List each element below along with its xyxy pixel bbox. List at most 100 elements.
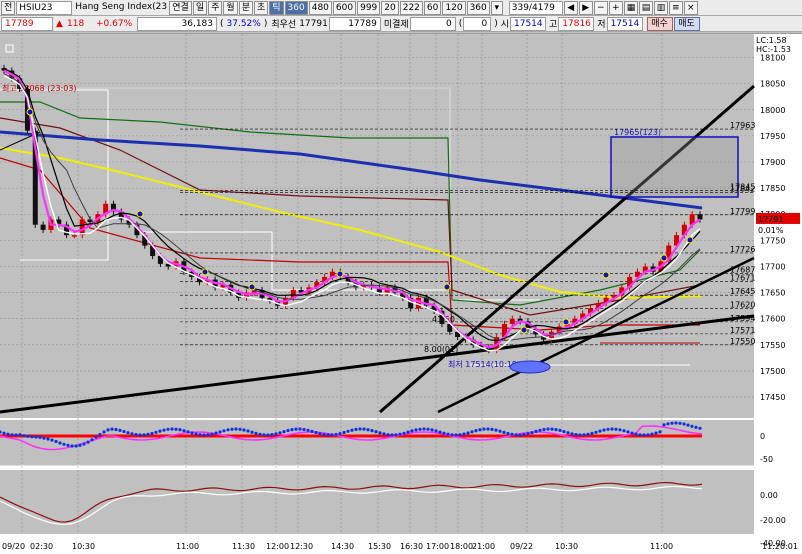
oscillator-dot — [250, 430, 254, 434]
oscillator-dot — [486, 427, 490, 431]
oscillator-dot — [678, 421, 682, 425]
oscillator-dot — [118, 428, 122, 432]
period-button-5[interactable]: 초 — [253, 0, 269, 15]
oscillator-dot — [570, 432, 574, 436]
volume-ratio-open: ( — [220, 18, 224, 29]
oscillator-dot — [122, 429, 126, 434]
oscillator-dot — [366, 428, 370, 432]
x-tick-label: 02:30 — [30, 542, 53, 551]
oscillator-dot — [594, 430, 598, 434]
low-annotation: 최저 17514(10:18) — [448, 359, 520, 369]
oscillator-dot — [202, 433, 206, 437]
x-tick-label: 15:30 — [368, 542, 391, 551]
oscillator-dot — [478, 428, 482, 432]
tick-option-1[interactable]: 600 — [332, 0, 357, 15]
period-button-4[interactable]: 분 — [238, 0, 253, 15]
fib-b-label: 8.00(01) — [424, 345, 458, 354]
settings-icon[interactable]: ▦ — [623, 0, 638, 15]
period-button-6[interactable]: 틱 — [269, 0, 284, 15]
pending-label: 미결제 — [383, 20, 409, 30]
y-tick-label: 18050 — [760, 80, 785, 89]
oscillator-dot — [170, 427, 174, 431]
oscillator-dot — [186, 430, 190, 434]
y-tick-label: 17550 — [760, 341, 785, 350]
period-button-3[interactable]: 월 — [223, 0, 238, 15]
oscillator-dot — [650, 432, 654, 436]
up-arrow-icon: ▲ — [56, 18, 63, 29]
oscillator-dot — [510, 432, 514, 436]
current-price-value: 17791 — [758, 215, 783, 224]
oscillator-dot — [230, 427, 234, 431]
oscillator-dot — [426, 427, 430, 431]
tick-option-3[interactable]: 20 — [381, 0, 399, 15]
pending-value: 17789 — [328, 16, 381, 31]
oscillator-dot — [198, 433, 202, 437]
oscillator-dot — [338, 432, 342, 436]
buy-button[interactable]: 매수 — [646, 16, 673, 31]
oscillator-dot — [390, 433, 394, 437]
period-button-0[interactable]: 연결 — [169, 0, 192, 15]
oscillator-dot — [90, 438, 94, 442]
close-icon[interactable]: × — [683, 0, 698, 15]
tick-option-7[interactable]: 360 — [466, 0, 490, 15]
period-button-2[interactable]: 주 — [208, 0, 223, 15]
tick-option-6[interactable]: 120 — [442, 0, 466, 15]
tick-option-2[interactable]: 999 — [357, 0, 381, 15]
y-tick-label: 17600 — [760, 315, 785, 324]
oscillator-dot — [270, 433, 274, 437]
macd-tick-1: -20.00 — [760, 516, 786, 525]
osc-tick-0: 0 — [760, 432, 765, 441]
signal-marker — [602, 271, 610, 279]
x-tick-label: 14:30 — [331, 542, 354, 551]
list-icon[interactable]: ≡ — [668, 0, 683, 15]
oscillator-dot — [14, 433, 18, 437]
low-value: 17514 — [606, 16, 643, 31]
signal-marker — [443, 283, 451, 291]
oscillator-dot — [350, 428, 354, 432]
zoom-in-icon[interactable]: + — [608, 0, 623, 15]
oscillator-dot — [82, 442, 86, 446]
oscillator-dot — [578, 433, 582, 437]
low-ellipse-marker — [509, 360, 551, 374]
symbol-input[interactable]: HSIU23 — [16, 0, 73, 15]
open-value: 17514 — [510, 16, 546, 31]
signal-marker — [201, 268, 209, 276]
nav-right-icon[interactable]: ▶ — [578, 0, 593, 15]
oscillator-dot — [62, 442, 66, 446]
oscillator-dot — [102, 430, 106, 434]
tick-option-4[interactable]: 222 — [399, 0, 423, 15]
oscillator-dot — [242, 428, 246, 432]
grid-icon[interactable]: ▤ — [638, 0, 653, 15]
oscillator-dot — [98, 432, 102, 437]
oscillator-dot — [542, 427, 546, 432]
tick-dropdown-icon[interactable]: ▾ — [490, 0, 503, 15]
oscillator-dot — [598, 429, 602, 433]
oscillator-dot — [190, 431, 194, 435]
mode-button[interactable]: 전 — [1, 0, 16, 15]
oscillator-dot — [474, 429, 478, 433]
bar-chart-icon[interactable]: ▥ — [653, 0, 668, 15]
oscillator-dot — [698, 426, 702, 430]
oscillator-dot — [618, 428, 622, 432]
oscillator-dot — [582, 433, 586, 437]
top-toolbar: 전 HSIU23 Hang Seng Index(23.0 연결 일 주 월 분… — [0, 0, 802, 16]
zoom-out-icon[interactable]: − — [593, 0, 608, 15]
tick-option-5[interactable]: 60 — [423, 0, 442, 15]
tick-option-0[interactable]: 480 — [308, 0, 332, 15]
sell-button[interactable]: 매도 — [673, 16, 700, 31]
price-chart[interactable]: 1810018050180001795017900178501780017750… — [0, 33, 802, 554]
oscillator-dot — [538, 428, 542, 432]
best-quote: 17791 — [299, 18, 328, 29]
period-button-1[interactable]: 일 — [192, 0, 208, 15]
oscillator-dot — [150, 431, 154, 436]
nav-left-icon[interactable]: ◀ — [563, 0, 578, 15]
oscillator-dot — [342, 430, 346, 435]
oscillator-dot — [454, 433, 458, 437]
oscillator-dot — [210, 432, 214, 436]
oscillator-dot — [126, 431, 130, 435]
tick-value-button[interactable]: 360 — [284, 0, 308, 15]
oscillator-dot — [322, 432, 326, 437]
oscillator-dot — [266, 433, 270, 437]
oscillator-dot — [354, 427, 358, 431]
x-tick-label: 10:30 — [555, 542, 578, 551]
